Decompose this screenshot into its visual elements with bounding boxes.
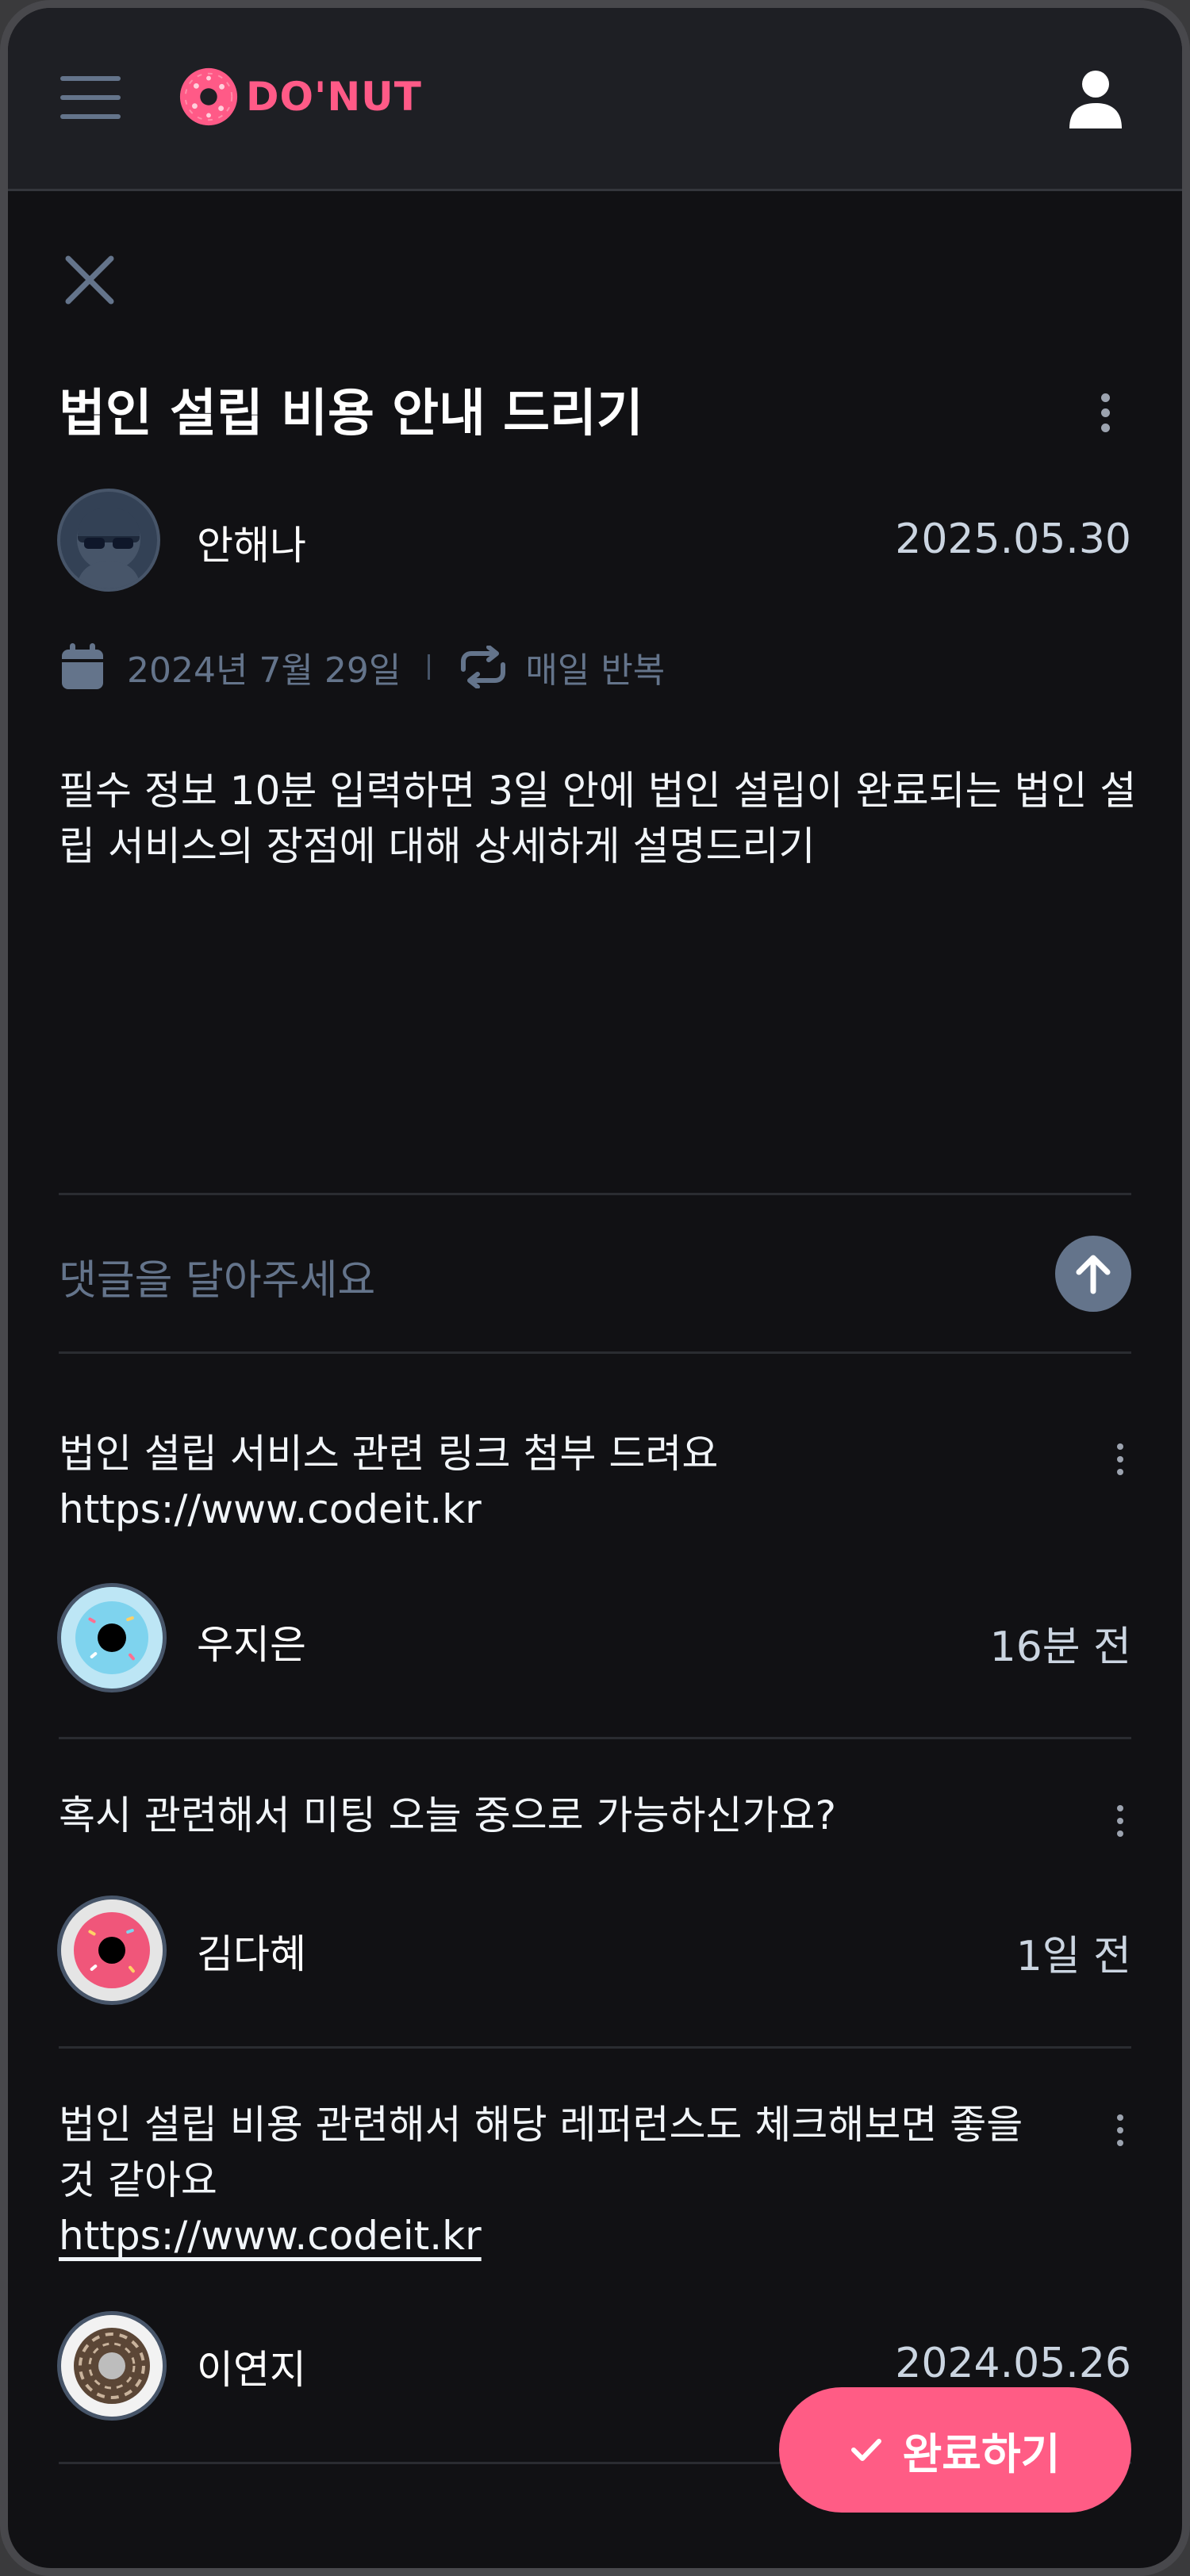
task-title: 법인 설립 비용 안내 드리기 [59, 385, 643, 443]
comment-input[interactable]: 댓글을 달아주세요 [59, 1247, 375, 1306]
donut-avatar-icon [61, 1587, 163, 1689]
logo[interactable]: DO'NUT [178, 65, 422, 128]
comment-text: 법인 설립 비용 관련해서 해당 레퍼런스도 체크해보면 좋을 것 같아요 ht… [59, 2097, 1058, 2264]
donut-logo-icon [179, 67, 238, 126]
comment-body: 혹시 관련해서 미팅 오늘 중으로 가능하신가요? [59, 1792, 837, 1838]
comment-kebab-menu-icon[interactable] [1117, 1805, 1133, 1843]
comment-link[interactable]: https://www.codeit.kr [59, 2208, 1058, 2264]
comment-time: 1일 전 [1015, 1933, 1131, 1980]
task-repeat: 매일 반복 [525, 650, 666, 691]
task-kebab-menu-icon[interactable] [1101, 393, 1117, 439]
comment-time: 2024.05.26 [895, 2340, 1131, 2387]
comment-body: 법인 설립 서비스 관련 링크 첨부 드려요 [59, 1431, 719, 1477]
comment-text: 혹시 관련해서 미팅 오늘 중으로 가능하신가요? [59, 1788, 1058, 1843]
divider [59, 2046, 1131, 2049]
donut-avatar-icon [61, 1899, 163, 2001]
comment-link[interactable]: https://www.codeit.kr [59, 1482, 1058, 1537]
avatar-icon [76, 508, 141, 588]
logo-text: DO'NUT [246, 74, 422, 120]
author-name: 안해나 [197, 523, 306, 569]
divider [59, 1351, 1131, 1354]
arrow-up-icon [1076, 1255, 1111, 1294]
comment-kebab-menu-icon[interactable] [1117, 2114, 1133, 2152]
calendar-icon [62, 643, 103, 689]
complete-button-label: 완료하기 [902, 2428, 1061, 2479]
send-comment-button[interactable] [1055, 1236, 1131, 1312]
donut-avatar-icon [61, 2315, 163, 2417]
commenter-avatar [57, 1583, 167, 1692]
task-meta: 2024년 7월 29일 매일 반복 [60, 639, 665, 695]
repeat-icon [461, 646, 506, 688]
divider [59, 1193, 1131, 1195]
commenter-name: 이연지 [197, 2347, 306, 2393]
divider [59, 1737, 1131, 1739]
meta-divider [428, 654, 431, 680]
comment-body: 법인 설립 비용 관련해서 해당 레퍼런스도 체크해보면 좋을 것 같아요 [59, 2102, 1023, 2203]
commenter-name: 김다혜 [197, 1931, 306, 1977]
complete-button[interactable]: 완료하기 [779, 2387, 1131, 2513]
user-icon[interactable] [1068, 70, 1123, 130]
check-icon [850, 2439, 881, 2461]
hamburger-menu-icon[interactable] [60, 76, 121, 119]
author-avatar [57, 489, 160, 592]
phone-frame: DO'NUT 법인 설립 비용 안내 드리기 안해나 2025.05.30 20… [0, 0, 1190, 2576]
comment-text: 법인 설립 서비스 관련 링크 첨부 드려요 https://www.codei… [59, 1426, 1058, 1537]
comment-kebab-menu-icon[interactable] [1117, 1443, 1133, 1482]
comment-time: 16분 전 [989, 1623, 1131, 1671]
close-icon[interactable] [60, 251, 119, 309]
task-date: 2024년 7월 29일 [127, 650, 401, 691]
top-navigation-bar: DO'NUT [8, 8, 1182, 191]
commenter-name: 우지은 [197, 1622, 306, 1668]
task-description: 필수 정보 10분 입력하면 3일 안에 법인 설립이 완료되는 법인 설립 서… [59, 768, 1137, 869]
commenter-avatar [57, 1896, 167, 2005]
author-date: 2025.05.30 [895, 516, 1131, 563]
commenter-avatar [57, 2311, 167, 2421]
